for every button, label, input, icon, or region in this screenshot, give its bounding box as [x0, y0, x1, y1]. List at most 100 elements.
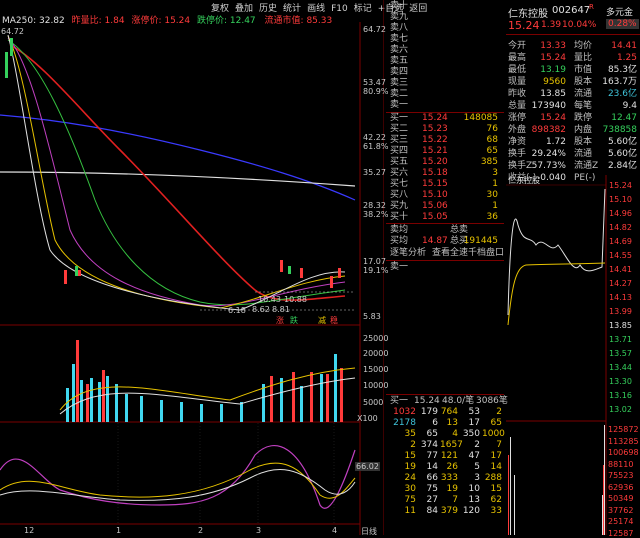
trade-tick-cell: 350 [462, 429, 480, 439]
trade-tick-cell: 5 [474, 462, 480, 472]
price-axis-label: 53.47 [363, 78, 386, 87]
minute-chart[interactable]: 仁东控股 15.24 15.10 14.96 14.82 14.69 14.55 14.41… [506, 175, 640, 538]
kline-chart-panel[interactable]: MA250: 32.82 昨量比: 1.84 涨停价: 15.24 跌停价: 1… [0, 0, 388, 537]
trade-tick-cell: 65 [426, 429, 438, 439]
sell-level-row[interactable]: 卖一 [388, 100, 502, 111]
full-depth-link[interactable]: 查看全速千档盘口 [432, 248, 504, 259]
sell-level-row[interactable]: 卖八 [388, 23, 502, 34]
fib-axis-label: 61.8% [363, 142, 389, 151]
fib-axis-label: 19.1% [363, 266, 389, 275]
volume-unit-label: X100 [357, 414, 378, 423]
trade-tick-cell: 10 [468, 484, 480, 494]
tick-analysis-link[interactable]: 逐笔分析 [390, 248, 426, 259]
minute-price-axis-label: 15.10 [609, 195, 632, 204]
minute-price-axis-label: 14.13 [609, 293, 632, 302]
trade-tick-row: 15 77 121 47 17 [388, 451, 502, 462]
minute-price-axis-label: 13.44 [609, 363, 632, 372]
trade-tick-cell: 75 [404, 495, 416, 505]
sell-level-row[interactable]: 卖四 [388, 67, 502, 78]
quote-row: 最低 13.19 市值 85.3亿 [508, 65, 637, 75]
chart-annotation: 8.62 [252, 305, 270, 314]
minute-price-axis-label: 14.96 [609, 209, 632, 218]
trade-tick-cell: 53 [468, 407, 480, 417]
buy-level-row[interactable]: 买十 15.05 36 [388, 212, 502, 223]
stock-flag: R [589, 3, 594, 11]
minute-price-axis-label: 15.24 [609, 181, 632, 190]
trade-tick-row: 1032 179 764 53 2 [388, 407, 502, 418]
trade-tick-cell: 66 [426, 473, 438, 483]
minute-volume-axis-label: 125872 [608, 425, 639, 434]
sell-level-row[interactable]: 卖五 [388, 56, 502, 67]
minute-price-axis-label: 13.71 [609, 335, 632, 344]
buy-level-row[interactable]: 买二 15.23 76 [388, 124, 502, 135]
quote-row: 现量 9560 股本 163.7万 [508, 77, 637, 87]
price-axis-label: 28.32 [363, 201, 386, 210]
buy-level-row[interactable]: 买三 15.22 68 [388, 135, 502, 146]
minute-price-axis-label: 13.16 [609, 391, 632, 400]
minute-volume-axis-label: 113285 [608, 436, 639, 446]
buy-level-row[interactable]: 买九 15.06 1 [388, 201, 502, 212]
minute-price-axis-label: 14.69 [609, 237, 632, 246]
x-axis-label: 2 [198, 526, 204, 535]
buy-level-row[interactable]: 买四 15.21 65 [388, 146, 502, 157]
sell1-row: 卖一 [390, 262, 409, 272]
trade-tick-cell: 75 [426, 484, 438, 494]
buy-level-row[interactable]: 买五 15.20 385 [388, 157, 502, 168]
trade-tick-cell: 288 [484, 473, 502, 483]
trade-tick-cell: 15 [490, 484, 502, 494]
trade-tick-row: 30 75 19 10 15 [388, 484, 502, 495]
quote-row: 涨停 15.24 跌停 12.47 [508, 113, 637, 123]
trade-tick-cell: 2 [496, 407, 502, 417]
signal-tag: 稳 [330, 316, 338, 325]
sell-level-row[interactable]: 卖七 [388, 34, 502, 45]
trade-tick-row: 24 66 333 3 288 [388, 473, 502, 484]
minute-volume-axis-label: 100698 [608, 448, 639, 457]
trade-tick-row: 19 14 26 5 14 [388, 462, 502, 473]
trade-tick-row: 11 84 379 120 33 [388, 506, 502, 517]
chart-annotation: 6.18 [228, 306, 246, 315]
trade-tick-row: 35 65 4 350 1000 [388, 429, 505, 440]
trade-tick-cell: 17 [490, 451, 502, 461]
buy-level-row[interactable]: 买六 15.18 3 [388, 168, 502, 179]
trade-tick-cell: 2 [474, 440, 480, 450]
volume-axis-label: 15000 [363, 365, 389, 374]
sell-level-row[interactable]: 卖二 [388, 89, 502, 100]
sell-level-row[interactable]: 卖十 [388, 1, 502, 12]
buy-level-row[interactable]: 买一 15.24 148085 [388, 113, 502, 124]
minute-volume-axis-label: 25174 [608, 517, 634, 526]
chart-annotation: 10.43 [258, 295, 281, 304]
signal-tag: 跌 [290, 316, 298, 325]
book-links: 逐笔分析 查看全速千档盘口 [388, 248, 504, 259]
volume-axis-label: 5000 [363, 398, 384, 407]
price-axis-label: 17.07 [363, 257, 386, 266]
volume-axis-label: 25000 [363, 334, 389, 343]
trade-tick-cell: 26 [446, 462, 458, 472]
trade-tick-cell: 47 [468, 451, 480, 461]
sell-level-row[interactable]: 卖六 [388, 45, 502, 56]
stock-name: 仁东控股 [508, 9, 548, 20]
trade-tick-cell: 17 [468, 418, 480, 428]
trade-tick-cell: 121 [440, 451, 458, 461]
period-label[interactable]: 日线 [361, 526, 377, 537]
quote-panel: 仁东控股 002647 R 多元金融 15.24 1.39 10.04% 0.2… [506, 0, 640, 190]
stock-price: 15.24 [508, 19, 540, 32]
minute-volume-axis-label: 12587 [608, 528, 634, 538]
buy-level-row[interactable]: 买七 15.15 1 [388, 179, 502, 190]
chart-annotation: 10.88 [284, 295, 307, 304]
trade-tick-cell: 19 [404, 462, 416, 472]
sell-level-row[interactable]: 卖九 [388, 12, 502, 23]
minute-price-axis-label: 14.55 [609, 251, 632, 260]
trade-tick-cell: 3 [474, 473, 480, 483]
buy-level-row[interactable]: 买八 15.10 30 [388, 190, 502, 201]
stock-header: 仁东控股 002647 R 多元金融 15.24 1.39 10.04% 0.2… [506, 0, 640, 35]
minute-volume-axis-label: 50349 [608, 494, 634, 503]
stock-change: 1.39 [541, 20, 562, 30]
x-axis-label: 3 [256, 526, 262, 535]
trade-tick-cell: 19 [446, 484, 458, 494]
trade-tick-cell: 6 [432, 418, 438, 428]
sell-avg-row: 卖均 总卖 [390, 225, 469, 235]
minute-volume-axis-label: 62936 [608, 482, 634, 492]
sell-level-row[interactable]: 卖三 [388, 78, 502, 89]
x-axis-label: 1 [116, 526, 122, 535]
price-axis-label: 35.27 [363, 168, 386, 177]
